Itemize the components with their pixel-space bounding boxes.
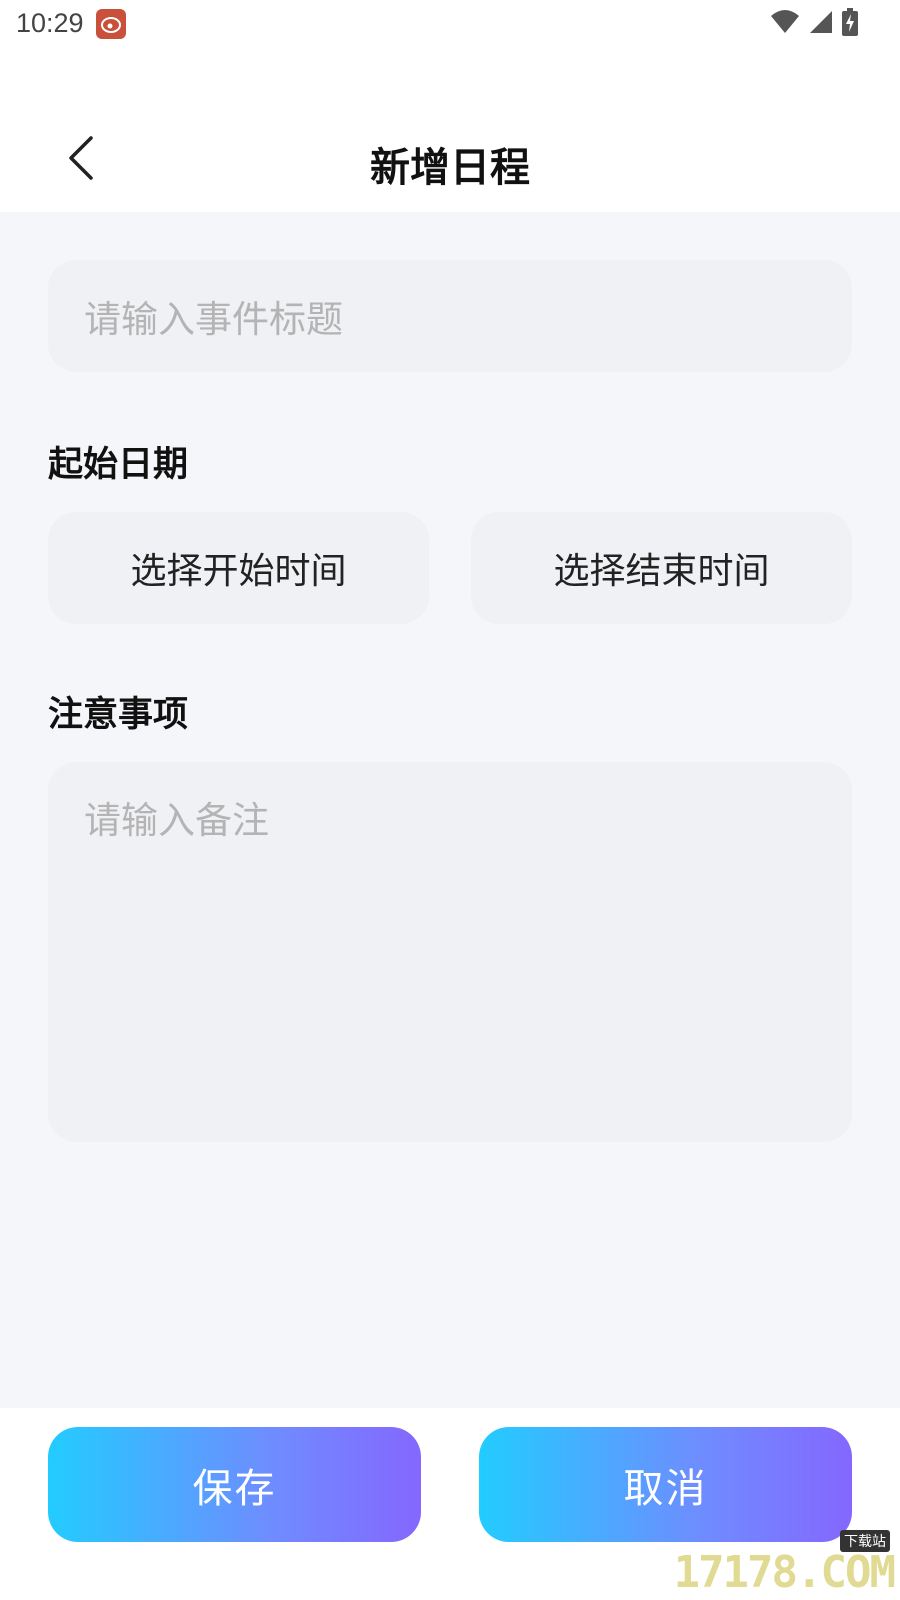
status-bar: 10:29	[0, 0, 900, 50]
cancel-button[interactable]: 取消	[479, 1427, 852, 1542]
date-section-label: 起始日期	[48, 445, 189, 485]
cancel-button-label: 取消	[623, 1465, 708, 1512]
cellular-signal-icon	[808, 9, 834, 39]
site-watermark-logo: 17178.COM	[673, 1547, 896, 1598]
notes-placeholder: 请输入备注	[84, 799, 269, 842]
status-time: 10:29	[16, 8, 84, 38]
status-icons	[770, 8, 858, 40]
header: 新增日程	[0, 50, 900, 212]
save-button[interactable]: 保存	[48, 1427, 421, 1542]
start-time-button[interactable]: 选择开始时间	[48, 512, 429, 624]
site-watermark-badge: 下载站	[840, 1530, 890, 1552]
notes-input[interactable]: 请输入备注	[48, 762, 852, 1142]
notes-section-label: 注意事项	[48, 695, 189, 735]
event-title-placeholder: 请输入事件标题	[84, 298, 343, 341]
end-time-label: 选择结束时间	[553, 551, 770, 592]
wifi-icon	[770, 9, 800, 39]
battery-charging-icon	[842, 8, 858, 40]
save-button-label: 保存	[192, 1465, 277, 1512]
page-title: 新增日程	[370, 145, 530, 191]
start-time-label: 选择开始时间	[130, 551, 347, 592]
end-time-button[interactable]: 选择结束时间	[471, 512, 852, 624]
weibo-app-icon	[96, 9, 126, 39]
event-title-input[interactable]: 请输入事件标题	[48, 260, 852, 372]
